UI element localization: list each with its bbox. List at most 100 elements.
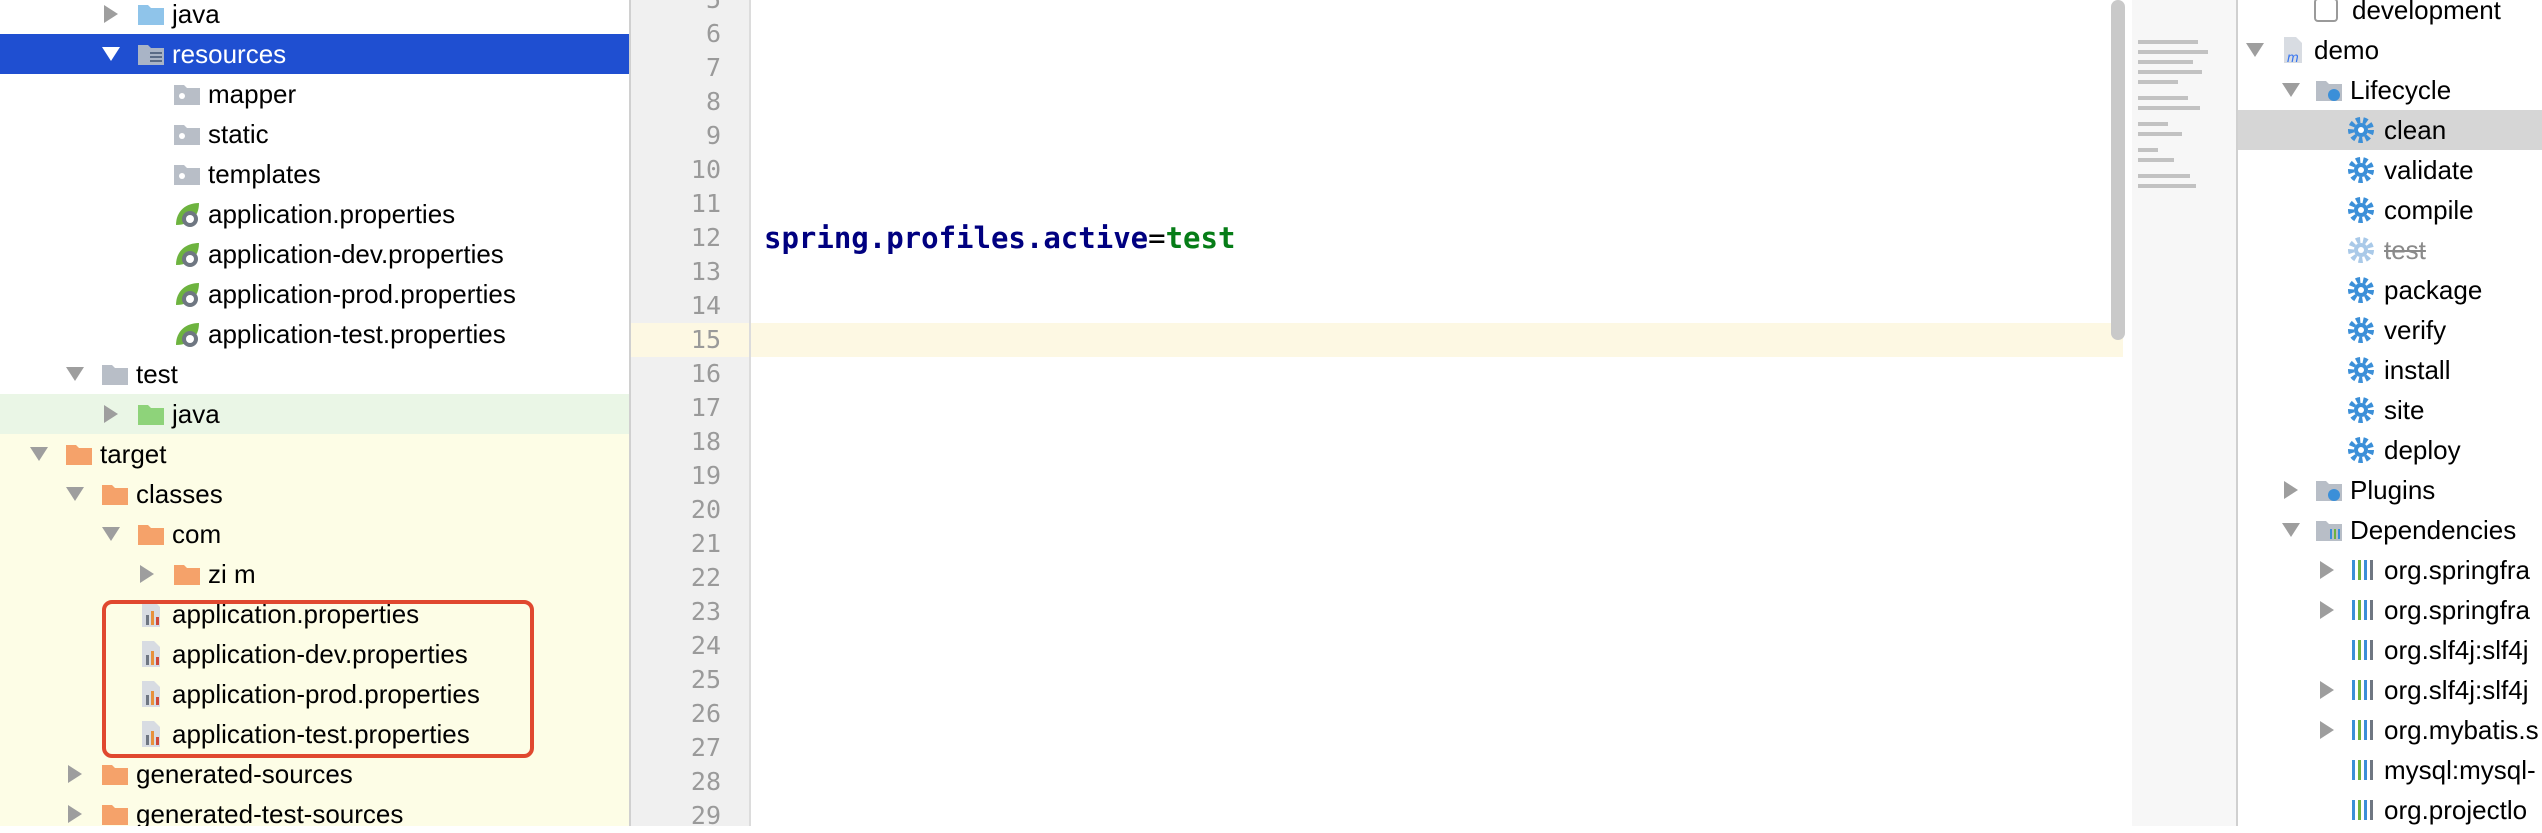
line-number: 18 [690, 427, 721, 456]
maven-item-label: verify [2384, 314, 2447, 345]
collapse-arrow-icon[interactable] [100, 43, 122, 65]
line-number: 7 [705, 53, 721, 82]
minimap-line [2138, 122, 2168, 126]
tree-item-static[interactable]: static [0, 114, 629, 154]
gear-icon [2348, 357, 2374, 383]
spring-properties-icon [176, 243, 199, 267]
tree-item-application-prod-properties[interactable]: application-prod.properties [0, 274, 629, 314]
tree-item-target[interactable]: target [0, 434, 629, 474]
maven-goal-deploy[interactable]: deploy [2238, 430, 2542, 470]
tree-item-generated-test-sources[interactable]: generated-test-sources [0, 794, 629, 826]
profile-checkbox[interactable] [2314, 0, 2338, 22]
maven-goal-package[interactable]: package [2238, 270, 2542, 310]
lifecycle-folder-icon [2316, 81, 2342, 101]
maven-dependency[interactable]: org.slf4j:slf4j [2238, 670, 2542, 710]
folder-icon [174, 125, 200, 145]
code-minimap[interactable] [2132, 0, 2236, 826]
gear-icon [2348, 317, 2374, 343]
expand-arrow-icon[interactable] [64, 803, 86, 825]
maven-dependency[interactable]: org.springfra [2238, 550, 2542, 590]
maven-dependency[interactable]: org.projectlo [2238, 790, 2542, 826]
maven-plugins[interactable]: Plugins [2238, 470, 2542, 510]
maven-dependency[interactable]: org.springfra [2238, 590, 2542, 630]
library-icon [2352, 640, 2373, 660]
excluded-folder-icon [102, 485, 128, 505]
maven-item-label: deploy [2384, 434, 2461, 465]
maven-item-label: test [2384, 234, 2426, 265]
maven-project-demo[interactable]: m demo [2238, 30, 2542, 70]
tree-item-label: target [100, 438, 167, 469]
tree-item-label: test [136, 358, 178, 389]
maven-goal-test-skipped[interactable]: test [2238, 230, 2542, 270]
maven-profile-development[interactable]: development [2238, 0, 2542, 30]
expand-arrow-icon[interactable] [100, 3, 122, 25]
maven-goal-verify[interactable]: verify [2238, 310, 2542, 350]
tree-item-label: templates [208, 158, 321, 189]
maven-goal-clean[interactable]: clean [2238, 110, 2542, 150]
line-number: 29 [690, 801, 721, 830]
tree-item-generated-sources[interactable]: generated-sources [0, 754, 629, 794]
tree-item-application-properties[interactable]: application.properties [0, 194, 629, 234]
tree-item-label: com [172, 518, 222, 549]
editor-scrollbar[interactable] [2111, 0, 2125, 340]
tree-item-templates[interactable]: templates [0, 154, 629, 194]
expand-arrow-icon[interactable] [100, 403, 122, 425]
spring-properties-icon [176, 323, 199, 347]
excluded-folder-icon [174, 565, 200, 585]
folder-icon [174, 85, 200, 105]
tree-item-test[interactable]: test [0, 354, 629, 394]
expand-arrow-icon[interactable] [2316, 679, 2338, 701]
maven-dependency[interactable]: org.slf4j:slf4j [2238, 630, 2542, 670]
tree-item-java[interactable]: java [0, 0, 629, 34]
code-editor[interactable]: 5 6 7 8 9 10 11 12 13 14 15 16 17 18 19 20 21 22 23 24 25 26 2… [631, 0, 2132, 830]
tree-item-resources[interactable]: resources [0, 34, 629, 74]
maven-dependency[interactable]: mysql:mysql- [2238, 750, 2542, 790]
maven-goal-site[interactable]: site [2238, 390, 2542, 430]
tree-item-package[interactable]: zi m [0, 554, 629, 594]
tree-item-application-dev-properties[interactable]: application-dev.properties [0, 234, 629, 274]
collapse-arrow-icon[interactable] [28, 443, 50, 465]
maven-goal-install[interactable]: install [2238, 350, 2542, 390]
line-number: 24 [690, 631, 721, 660]
collapse-arrow-icon[interactable] [2280, 79, 2302, 101]
expand-arrow-icon[interactable] [136, 563, 158, 585]
line-number: 25 [690, 665, 721, 694]
line-number: 8 [705, 87, 721, 116]
tree-item-test-java[interactable]: java [0, 394, 629, 434]
library-icon [2352, 760, 2373, 780]
tree-item-label: application.properties [208, 198, 456, 229]
expand-arrow-icon[interactable] [64, 763, 86, 785]
collapse-arrow-icon[interactable] [64, 483, 86, 505]
line-number: 9 [705, 121, 721, 150]
tree-item-label: java [172, 398, 220, 429]
expand-arrow-icon[interactable] [2316, 559, 2338, 581]
maven-lifecycle[interactable]: Lifecycle [2238, 70, 2542, 110]
spring-properties-icon [176, 283, 199, 307]
collapse-arrow-icon[interactable] [100, 523, 122, 545]
maven-item-label: Dependencies [2350, 514, 2517, 545]
maven-item-label: org.springfra [2384, 554, 2530, 585]
expand-arrow-icon[interactable] [2280, 479, 2302, 501]
maven-dependency[interactable]: org.mybatis.s [2238, 710, 2542, 750]
minimap-line [2138, 158, 2174, 162]
maven-goal-validate[interactable]: validate [2238, 150, 2542, 190]
expand-arrow-icon[interactable] [2316, 719, 2338, 741]
library-icon [2352, 680, 2373, 700]
collapse-arrow-icon[interactable] [2244, 39, 2266, 61]
library-icon [2352, 560, 2373, 580]
folder-icon [138, 5, 164, 25]
expand-arrow-icon[interactable] [2316, 599, 2338, 621]
maven-dependencies[interactable]: Dependencies [2238, 510, 2542, 550]
collapse-arrow-icon[interactable] [64, 363, 86, 385]
gear-icon [2348, 437, 2374, 463]
tree-item-classes[interactable]: classes [0, 474, 629, 514]
maven-goal-compile[interactable]: compile [2238, 190, 2542, 230]
maven-item-label: site [2384, 394, 2425, 425]
tree-item-application-test-properties[interactable]: application-test.properties [0, 314, 629, 354]
line-number: 13 [690, 257, 721, 286]
tree-item-mapper[interactable]: mapper [0, 74, 629, 114]
tree-item-com[interactable]: com [0, 514, 629, 554]
collapse-arrow-icon[interactable] [2280, 519, 2302, 541]
code-line-12[interactable]: spring.profiles.active=test [764, 221, 1235, 255]
tree-item-label: static [208, 118, 269, 149]
